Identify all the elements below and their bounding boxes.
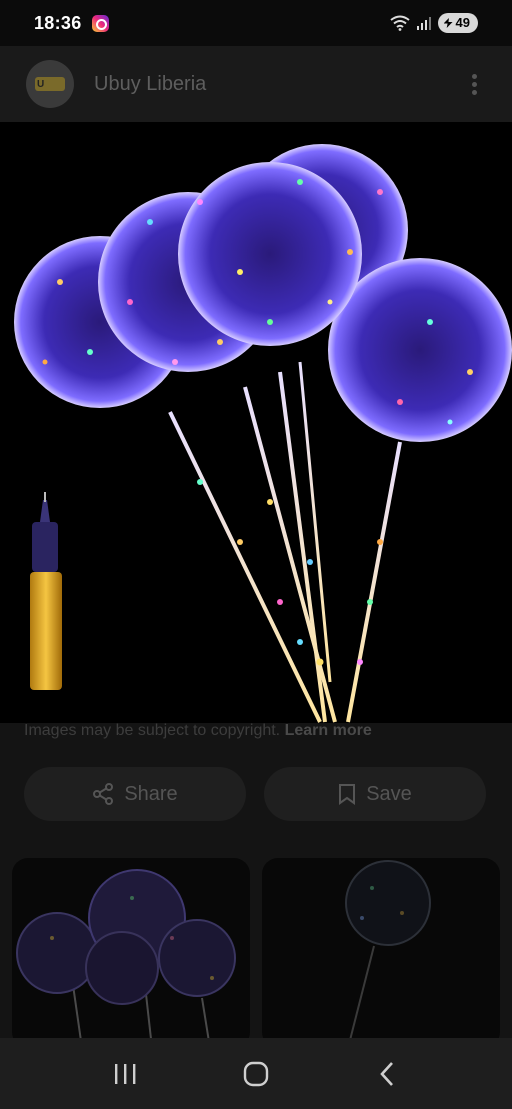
home-button[interactable] — [226, 1049, 286, 1099]
battery-indicator: 49 — [437, 13, 478, 33]
page-header: U Ubuy Liberia — [0, 46, 512, 122]
logo-mark: U — [35, 77, 65, 91]
share-label: Share — [124, 782, 178, 805]
back-button[interactable] — [357, 1049, 417, 1099]
share-icon — [93, 783, 114, 805]
thumbnail-image — [345, 860, 431, 1048]
wifi-icon — [389, 15, 410, 31]
recent-apps-button[interactable] — [95, 1049, 155, 1099]
recent-apps-icon — [115, 1063, 136, 1084]
balloon-pump — [30, 492, 62, 690]
details-section: Images may be subject to copyright. Lear… — [0, 723, 512, 1048]
copyright-text: Images may be subject to copyright. — [24, 723, 285, 739]
home-icon — [243, 1061, 269, 1086]
copyright-notice: Images may be subject to copyright. Lear… — [24, 723, 372, 739]
thumbnail-image — [16, 869, 236, 1048]
save-button[interactable]: Save — [264, 767, 486, 821]
status-time: 18:36 — [34, 12, 82, 33]
related-image-thumbnail[interactable] — [12, 858, 250, 1048]
balloons — [14, 144, 512, 442]
status-bar: 18:36 49 — [0, 0, 512, 46]
instagram-notification-icon — [91, 14, 109, 32]
main-image[interactable] — [0, 122, 512, 723]
related-image-thumbnail[interactable] — [262, 858, 500, 1048]
status-indicators: 49 — [389, 13, 478, 33]
save-label: Save — [366, 782, 412, 805]
balloons-image — [14, 144, 512, 723]
site-name[interactable]: Ubuy Liberia — [94, 73, 206, 96]
more-options-icon[interactable] — [462, 68, 486, 100]
site-logo[interactable]: U — [26, 60, 74, 108]
signal-icon — [416, 17, 431, 30]
learn-more-link[interactable]: Learn more — [285, 723, 372, 739]
back-icon — [379, 1061, 393, 1086]
share-button[interactable]: Share — [24, 767, 246, 821]
bookmark-icon — [339, 784, 356, 805]
system-nav-bar — [0, 1038, 512, 1109]
